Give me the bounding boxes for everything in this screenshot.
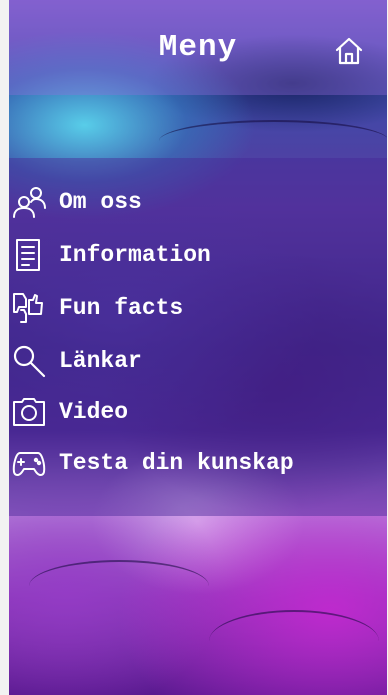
users-icon bbox=[11, 184, 47, 220]
menu-item-information[interactable]: Information bbox=[9, 233, 387, 277]
search-icon bbox=[11, 343, 47, 379]
menu-item-label: Om oss bbox=[59, 189, 142, 215]
document-icon bbox=[11, 237, 47, 273]
menu-item-label: Video bbox=[59, 399, 129, 425]
menu-item-lankar[interactable]: Länkar bbox=[9, 339, 387, 383]
app-screen: Meny Om oss Information Fun facts Länkar… bbox=[9, 0, 387, 695]
menu-item-label: Länkar bbox=[59, 348, 142, 374]
background-decoration bbox=[209, 610, 379, 672]
background-decoration bbox=[29, 560, 209, 612]
thumbs-icon bbox=[11, 290, 47, 326]
menu-item-video[interactable]: Video bbox=[9, 390, 387, 434]
menu-item-label: Testa din kunskap bbox=[59, 450, 294, 476]
home-icon bbox=[335, 37, 363, 65]
background-decoration bbox=[159, 120, 387, 162]
page-title: Meny bbox=[158, 30, 238, 65]
menu-item-fun-facts[interactable]: Fun facts bbox=[9, 286, 387, 330]
home-button[interactable] bbox=[333, 35, 365, 67]
menu-item-label: Information bbox=[59, 242, 211, 268]
header-bar: Meny bbox=[9, 0, 387, 95]
camera-icon bbox=[11, 394, 47, 430]
menu-item-testa-din-kunskap[interactable]: Testa din kunskap bbox=[9, 441, 387, 485]
menu-item-om-oss[interactable]: Om oss bbox=[9, 180, 387, 224]
gamepad-icon bbox=[11, 445, 47, 481]
menu-item-label: Fun facts bbox=[59, 295, 184, 321]
